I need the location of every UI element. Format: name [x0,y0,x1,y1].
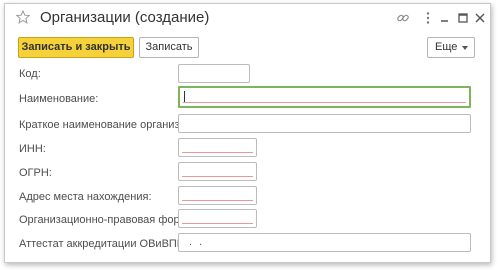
maximize-icon[interactable] [456,11,470,25]
titlebar: Организации (создание) [5,4,490,34]
code-field[interactable] [178,64,250,83]
more-vert-icon[interactable] [421,11,435,25]
name-field[interactable] [178,86,471,108]
legal-form-field[interactable] [178,209,257,228]
address-label: Адрес места нахождения: [19,191,152,203]
more-actions-label: Еще [435,41,458,53]
code-label: Код: [19,68,41,80]
legal-form-label: Организационно-правовая форма: [19,214,197,226]
inn-field[interactable] [178,138,257,157]
window-title: Организации (создание) [40,9,210,26]
attestat-value: . . [189,236,205,248]
name-label: Наименование: [19,93,99,105]
save-button[interactable]: Записать [139,37,199,58]
link-icon[interactable] [396,11,410,25]
address-field[interactable] [178,186,257,205]
attestat-field[interactable]: . . [178,233,471,252]
minimize-icon[interactable] [438,11,452,25]
chevron-down-icon [462,46,468,50]
ogrn-field[interactable] [178,162,257,181]
inn-label: ИНН: [19,143,46,155]
save-and-close-button[interactable]: Записать и закрыть [18,37,134,58]
attestat-label: Аттестат аккредитации ОВиВПГ: [19,238,186,250]
short-name-field[interactable] [178,114,471,133]
form-window: Организации (создание) Записать и закрыт… [4,3,491,263]
text-cursor [184,91,185,103]
favorite-star-icon[interactable] [15,9,31,24]
close-icon[interactable] [473,11,487,25]
ogrn-label: ОГРН: [19,167,52,179]
more-actions-button[interactable]: Еще [427,37,475,58]
command-bar: Записать и закрыть Записать Еще [5,37,490,59]
